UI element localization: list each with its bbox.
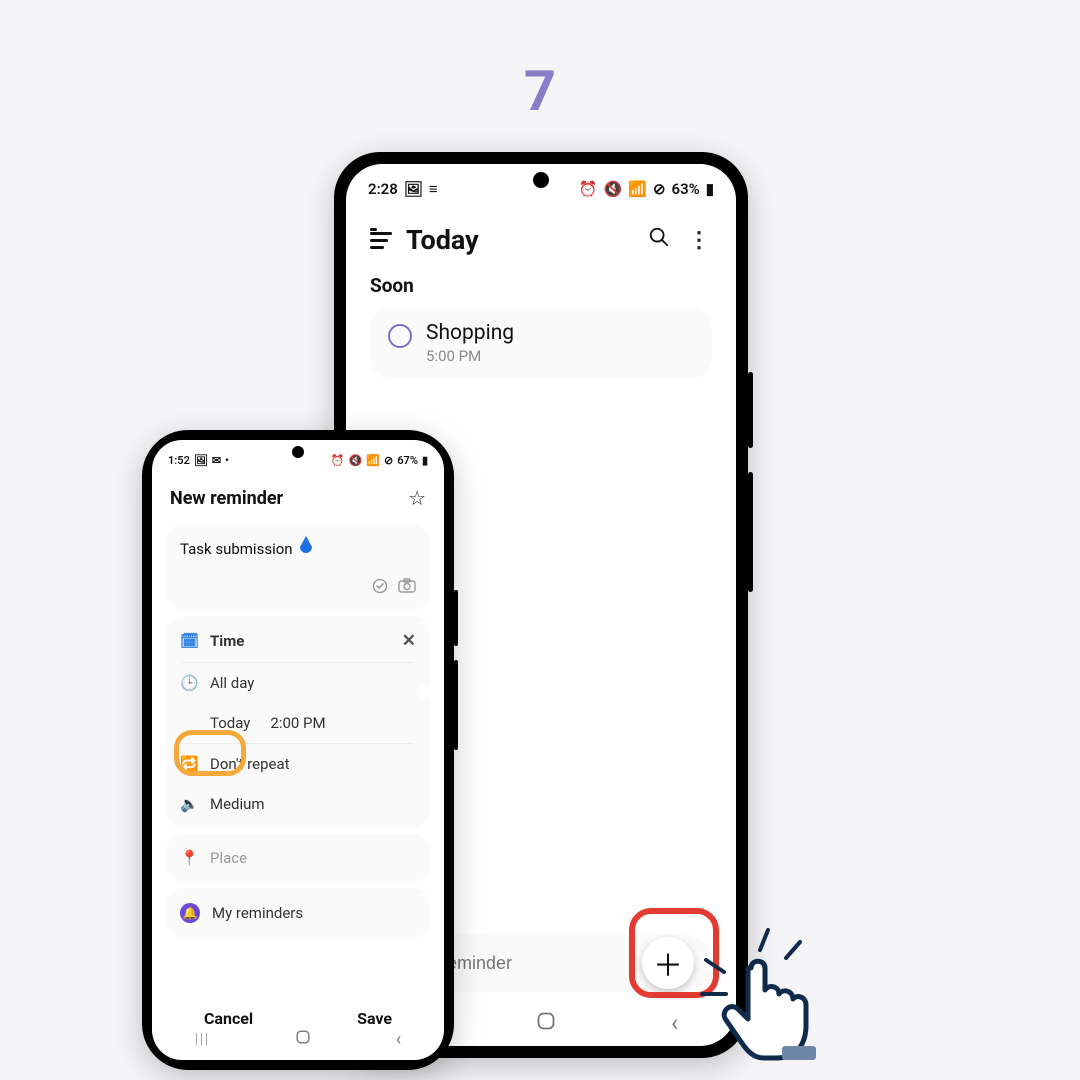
more-notif-icon: • bbox=[225, 454, 229, 467]
sound-icon: 🔈 bbox=[180, 795, 198, 813]
more-icon[interactable]: ⋮ bbox=[686, 228, 712, 253]
time-row[interactable]: 🗓 Time ✕ bbox=[180, 620, 416, 662]
plus-icon: ＋ bbox=[653, 941, 683, 985]
back-button[interactable]: ‹ bbox=[671, 1009, 678, 1037]
mute-icon: 🔇 bbox=[349, 454, 363, 467]
calendar-icon: 🗓 bbox=[180, 632, 198, 650]
star-icon[interactable]: ☆ bbox=[408, 486, 426, 510]
no-sim-icon: ⊘ bbox=[653, 180, 666, 198]
reminder-title: Shopping bbox=[426, 321, 514, 345]
recents-button[interactable]: ||| bbox=[195, 1031, 210, 1047]
step-number: 7 bbox=[0, 58, 1080, 124]
search-icon[interactable] bbox=[646, 226, 672, 254]
all-day-row[interactable]: 🕒 All day bbox=[180, 663, 416, 703]
back-button[interactable]: ‹ bbox=[396, 1029, 401, 1050]
task-text: Task submission bbox=[180, 540, 293, 558]
bell-icon: 🔔 bbox=[180, 903, 200, 923]
wifi-icon: 📶 bbox=[628, 180, 647, 198]
phone-small: 1:52 🖼 ✉ • ⏰ 🔇 📶 ⊘ 67% ▮ New reminder ☆ bbox=[142, 430, 454, 1070]
page-title: Today bbox=[406, 224, 479, 256]
status-time-small: 1:52 bbox=[168, 454, 190, 467]
front-camera bbox=[533, 172, 549, 188]
wifi-icon: 📶 bbox=[366, 454, 380, 467]
new-reminder-title: New reminder bbox=[170, 488, 283, 509]
location-icon: 📍 bbox=[180, 849, 198, 867]
nav-bar-small: ||| ‹ bbox=[152, 1022, 444, 1056]
mute-icon: 🔇 bbox=[604, 180, 623, 198]
notif-dot bbox=[370, 228, 377, 231]
checkbox-icon[interactable] bbox=[388, 324, 412, 348]
battery-icon: ▮ bbox=[706, 180, 714, 198]
reminder-card[interactable]: Shopping 5:00 PM bbox=[370, 307, 712, 379]
text-cursor-icon bbox=[299, 536, 313, 554]
home-button[interactable] bbox=[537, 1012, 555, 1035]
home-button[interactable] bbox=[296, 1030, 310, 1048]
task-input-card[interactable]: Task submission bbox=[166, 524, 430, 610]
battery-icon: ▮ bbox=[422, 454, 428, 467]
alarm-icon: ⏰ bbox=[331, 454, 345, 467]
status-time: 2:28 bbox=[368, 180, 398, 198]
notif-icon: ≡ bbox=[429, 180, 436, 198]
highlight-today bbox=[174, 730, 246, 776]
image-icon: 🖼 bbox=[404, 180, 423, 198]
time-value[interactable]: 2:00 PM bbox=[270, 714, 325, 732]
mail-icon: ✉ bbox=[212, 454, 221, 467]
alert-row[interactable]: 🔈 Medium bbox=[180, 784, 416, 824]
no-sim-icon: ⊘ bbox=[384, 454, 393, 467]
reminder-time: 5:00 PM bbox=[426, 347, 514, 365]
image-icon: 🖼 bbox=[194, 454, 208, 467]
front-camera-small bbox=[292, 446, 304, 458]
clock-icon: 🕒 bbox=[180, 674, 198, 692]
battery-small: 67% bbox=[397, 454, 418, 467]
section-soon-title: Soon bbox=[370, 274, 712, 297]
alarm-icon: ⏰ bbox=[579, 180, 598, 198]
time-card: 🗓 Time ✕ 🕒 All day Today 2:00 PM 🔁 bbox=[166, 616, 430, 828]
close-icon[interactable]: ✕ bbox=[402, 631, 416, 651]
menu-icon[interactable] bbox=[370, 232, 392, 248]
place-card[interactable]: 📍 Place bbox=[166, 834, 430, 882]
checklist-icon[interactable] bbox=[372, 578, 388, 598]
add-button[interactable]: ＋ bbox=[642, 937, 694, 989]
status-battery: 63% bbox=[672, 180, 700, 198]
list-card[interactable]: 🔔 My reminders bbox=[166, 888, 430, 938]
camera-icon[interactable] bbox=[398, 578, 416, 598]
